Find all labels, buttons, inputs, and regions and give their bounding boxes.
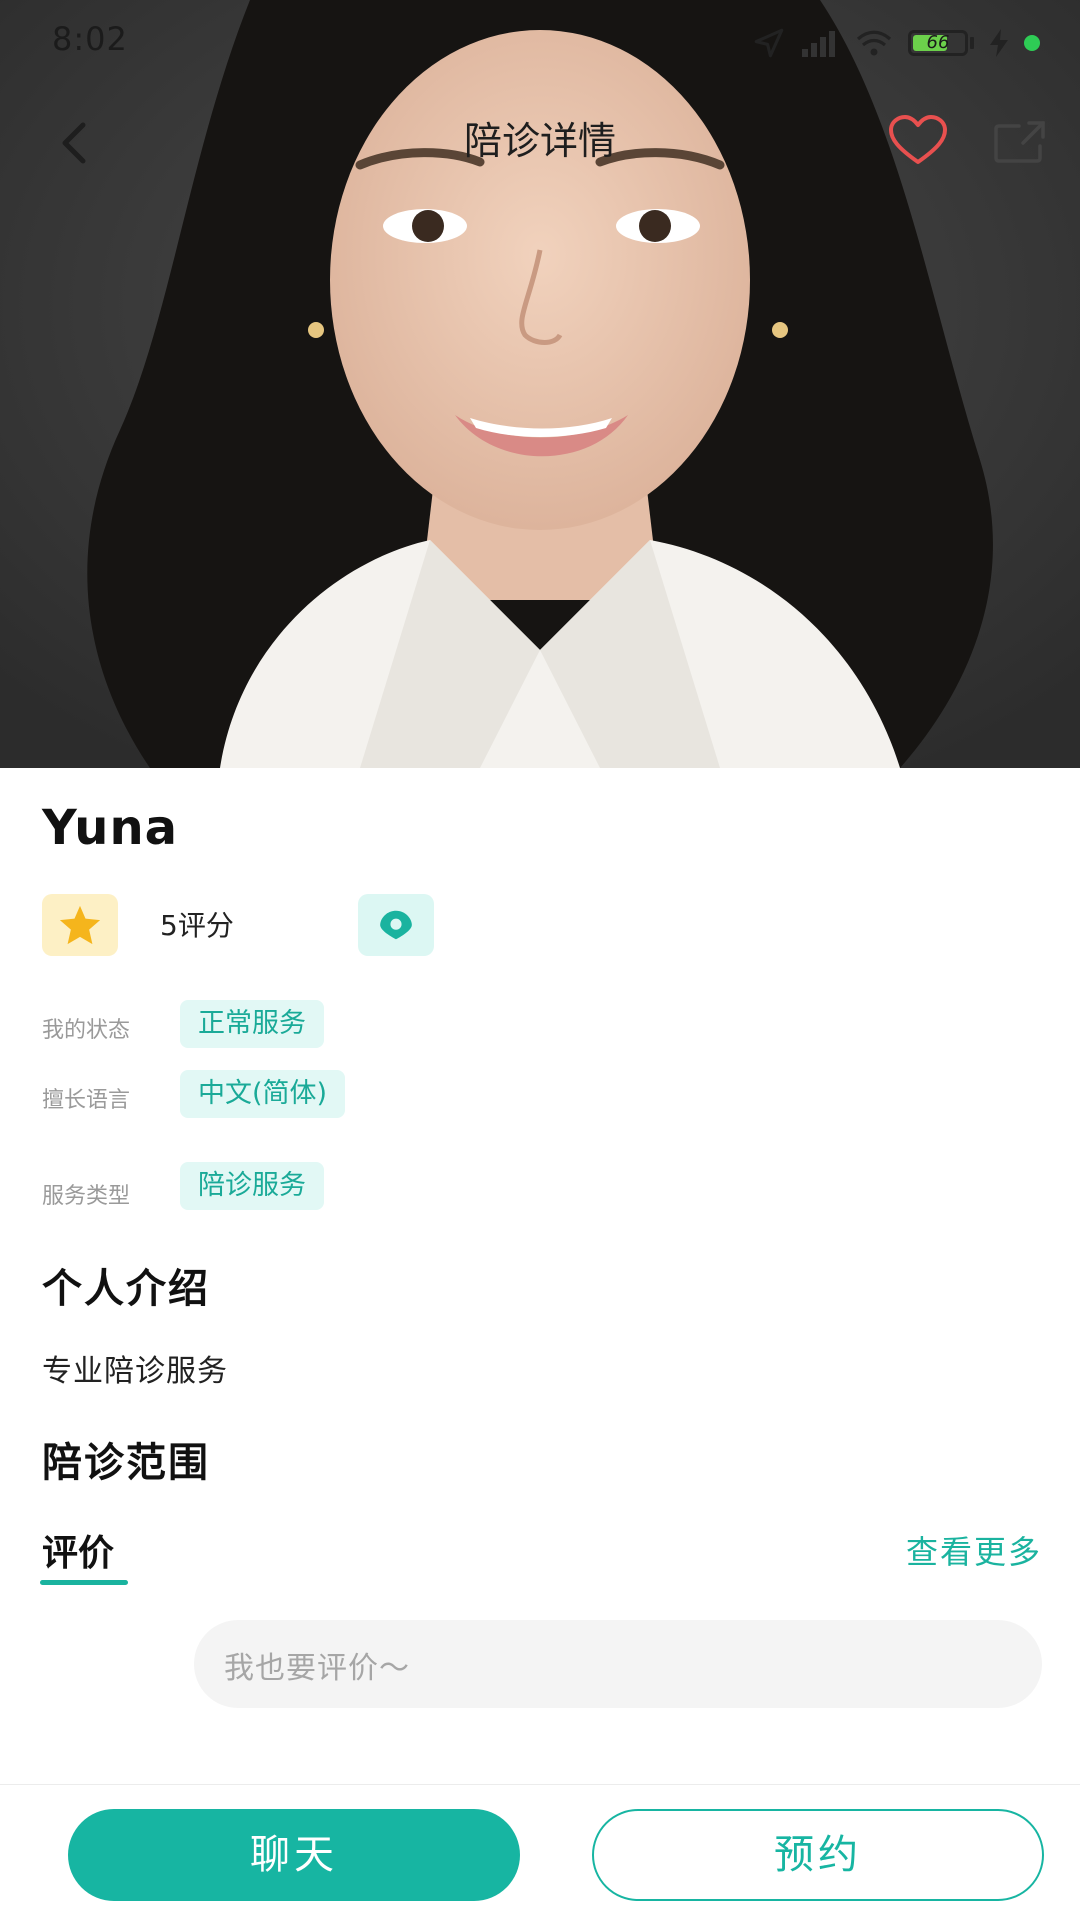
rating-label: 5评分 bbox=[160, 909, 234, 942]
favorite-button[interactable] bbox=[880, 96, 956, 186]
charging-icon bbox=[990, 29, 1008, 57]
status-bar: 8:02 66 bbox=[0, 0, 1080, 84]
intro-text: 专业陪诊服务 bbox=[42, 1354, 228, 1389]
status-tag: 正常服务 bbox=[180, 1000, 324, 1048]
bottom-action-bar: 聊天 预约 bbox=[0, 1784, 1080, 1920]
service-type-tag: 陪诊服务 bbox=[180, 1162, 324, 1210]
share-icon bbox=[994, 121, 1045, 163]
language-tag: 中文(简体) bbox=[180, 1070, 346, 1118]
reviews-tab-indicator bbox=[40, 1580, 128, 1585]
status-label: 我的状态 bbox=[42, 1018, 131, 1043]
battery-level-text: 66 bbox=[926, 32, 950, 53]
notification-dot-icon bbox=[1024, 35, 1040, 51]
intro-heading: 个人介绍 bbox=[42, 1266, 210, 1312]
wifi-icon bbox=[856, 30, 892, 56]
battery-icon: 66 bbox=[908, 30, 968, 56]
profile-name: Yuna bbox=[42, 800, 178, 856]
service-type-label: 服务类型 bbox=[42, 1184, 131, 1209]
review-input[interactable]: 我也要评价～ bbox=[194, 1620, 1042, 1708]
top-nav: 陪诊详情 bbox=[0, 84, 1080, 204]
language-label: 擅长语言 bbox=[42, 1088, 131, 1113]
heart-outline-icon bbox=[889, 115, 947, 164]
companion-detail-screen: 8:02 66 陪诊详情 Yuna 5评分 我的状态 正常服务 擅长语言 中文(… bbox=[0, 0, 1080, 1920]
rating-badge bbox=[42, 894, 118, 956]
location-button[interactable] bbox=[358, 894, 434, 956]
book-button[interactable]: 预约 bbox=[592, 1809, 1044, 1901]
signal-icon bbox=[802, 31, 835, 57]
see-more-link[interactable]: 查看更多 bbox=[906, 1527, 1042, 1573]
status-time: 8:02 bbox=[52, 20, 128, 58]
location-pin-icon bbox=[380, 910, 412, 940]
reviews-tab[interactable]: 评价 bbox=[42, 1524, 114, 1576]
review-input-placeholder: 我也要评价～ bbox=[224, 1651, 410, 1686]
location-arrow-icon bbox=[754, 28, 784, 58]
status-icons: 66 bbox=[752, 24, 1040, 62]
star-icon bbox=[59, 905, 101, 945]
battery-cap bbox=[970, 37, 974, 49]
share-button[interactable] bbox=[982, 96, 1058, 186]
scope-heading: 陪诊范围 bbox=[42, 1440, 210, 1486]
chat-button[interactable]: 聊天 bbox=[68, 1809, 520, 1901]
